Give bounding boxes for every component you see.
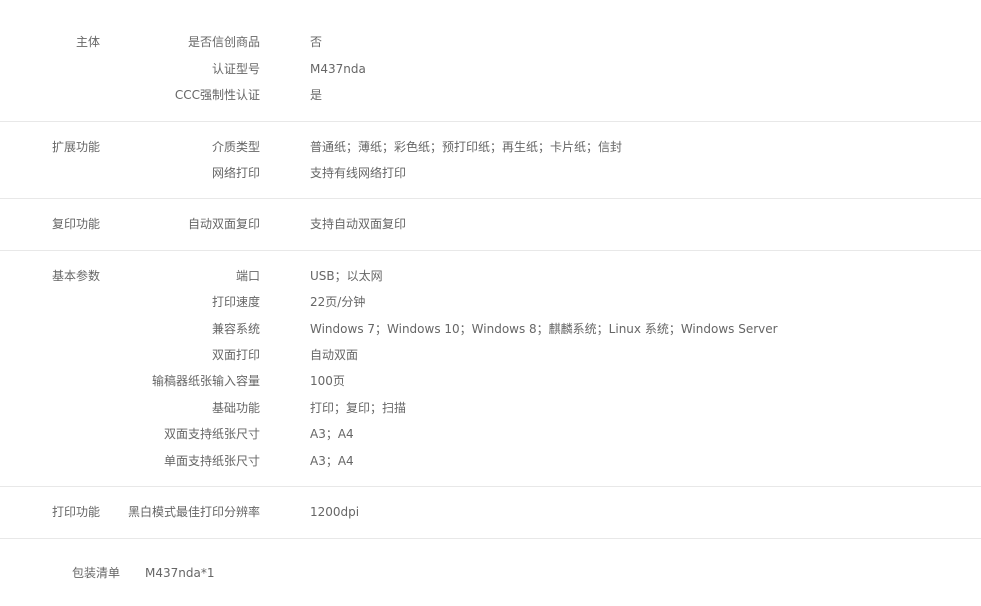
- spec-group-copy: 复印功能 自动双面复印 支持自动双面复印: [0, 199, 981, 251]
- spec-value: 支持有线网络打印: [310, 166, 407, 180]
- spec-value: 普通纸；薄纸；彩色纸；预打印纸；再生纸；卡片纸；信封: [310, 140, 623, 154]
- spec-row: CCC强制性认证 是: [0, 86, 981, 104]
- spec-group-main: 主体 是否信创商品 否 认证型号 M437nda CCC强制性认证 是: [0, 0, 981, 122]
- spec-row: 自动双面复印 支持自动双面复印: [0, 215, 981, 233]
- spec-value: 100页: [310, 374, 345, 388]
- spec-label: CCC强制性认证: [174, 88, 260, 102]
- spec-value: Windows 7；Windows 10；Windows 8；麒麟系统；Linu…: [310, 322, 778, 336]
- spec-label: 兼容系统: [211, 322, 260, 336]
- spec-row: 输稿器纸张输入容量 100页: [0, 372, 981, 390]
- spec-value: A3；A4: [310, 427, 354, 441]
- spec-row: 是否信创商品 否: [0, 33, 981, 51]
- spec-value: 22页/分钟: [310, 295, 366, 309]
- spec-row: 介质类型 普通纸；薄纸；彩色纸；预打印纸；再生纸；卡片纸；信封: [0, 138, 981, 156]
- spec-label: 基础功能: [211, 401, 260, 415]
- spec-value: 支持自动双面复印: [310, 217, 407, 231]
- spec-value: 否: [310, 35, 323, 49]
- spec-label: 认证型号: [211, 62, 260, 76]
- spec-value: 是: [310, 88, 323, 102]
- spec-row: 基础功能 打印；复印；扫描: [0, 399, 981, 417]
- spec-value: A3；A4: [310, 454, 354, 468]
- spec-label: 黑白模式最佳打印分辨率: [127, 505, 260, 519]
- spec-row: 单面支持纸张尺寸 A3；A4: [0, 452, 981, 470]
- spec-value: 打印；复印；扫描: [310, 401, 407, 415]
- spec-group-basic: 基本参数 端口 USB；以太网 打印速度 22页/分钟 兼容系统 Windows…: [0, 251, 981, 487]
- spec-label: 双面支持纸张尺寸: [163, 427, 260, 441]
- spec-label: 是否信创商品: [187, 35, 260, 49]
- package-list-label: 包装清单: [72, 566, 121, 580]
- spec-label: 介质类型: [211, 140, 260, 154]
- spec-row: 网络打印 支持有线网络打印: [0, 164, 981, 182]
- spec-label: 单面支持纸张尺寸: [163, 454, 260, 468]
- spec-group-print: 打印功能 黑白模式最佳打印分辨率 1200dpi: [0, 487, 981, 539]
- spec-label: 自动双面复印: [187, 217, 260, 231]
- spec-row: 打印速度 22页/分钟: [0, 293, 981, 311]
- spec-value: M437nda: [310, 62, 366, 76]
- package-list-value: M437nda*1: [145, 566, 215, 580]
- spec-row: 双面打印 自动双面: [0, 346, 981, 364]
- spec-group-extended: 扩展功能 介质类型 普通纸；薄纸；彩色纸；预打印纸；再生纸；卡片纸；信封 网络打…: [0, 122, 981, 199]
- spec-value: 1200dpi: [310, 505, 360, 519]
- package-list: 包装清单 M437nda*1: [0, 563, 981, 583]
- spec-row: 兼容系统 Windows 7；Windows 10；Windows 8；麒麟系统…: [0, 320, 981, 338]
- spec-label: 双面打印: [211, 348, 260, 362]
- spec-row: 端口 USB；以太网: [0, 267, 981, 285]
- spec-label: 端口: [235, 269, 260, 283]
- spec-label: 打印速度: [211, 295, 260, 309]
- spec-label: 网络打印: [211, 166, 260, 180]
- spec-row: 认证型号 M437nda: [0, 60, 981, 78]
- spec-value: 自动双面: [310, 348, 359, 362]
- spec-label: 输稿器纸张输入容量: [151, 374, 260, 388]
- spec-row: 双面支持纸张尺寸 A3；A4: [0, 425, 981, 443]
- spec-row: 黑白模式最佳打印分辨率 1200dpi: [0, 503, 981, 521]
- spec-value: USB；以太网: [310, 269, 383, 283]
